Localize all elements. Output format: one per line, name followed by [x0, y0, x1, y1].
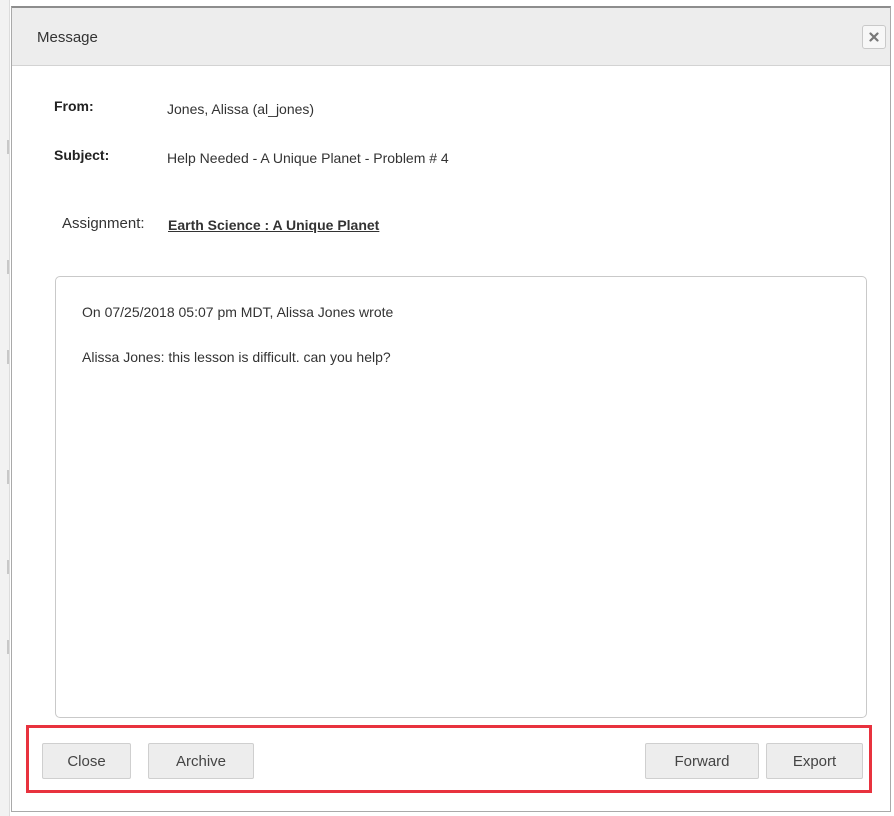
assignment-link[interactable]: Earth Science : A Unique Planet [168, 217, 379, 233]
close-x-icon [869, 32, 879, 42]
assignment-label: Assignment: [62, 215, 145, 232]
edge-mark [7, 470, 9, 484]
message-header-line: On 07/25/2018 05:07 pm MDT, Alissa Jones… [82, 304, 394, 320]
edge-mark [7, 140, 9, 154]
close-x-button[interactable] [862, 25, 886, 49]
edge-mark [7, 350, 9, 364]
export-button[interactable]: Export [766, 743, 863, 779]
dialog-title: Message [37, 29, 98, 46]
message-dialog: Message From: Jones, Alissa (al_jones) S… [11, 6, 891, 812]
edge-mark [7, 260, 9, 274]
from-label: From: [54, 98, 94, 114]
forward-button[interactable]: Forward [645, 743, 759, 779]
page: Message From: Jones, Alissa (al_jones) S… [0, 0, 894, 816]
close-button[interactable]: Close [42, 743, 131, 779]
dialog-titlebar: Message [12, 8, 890, 66]
background-page-edge [0, 0, 10, 816]
subject-value: Help Needed - A Unique Planet - Problem … [167, 150, 449, 166]
archive-button[interactable]: Archive [148, 743, 254, 779]
message-body: On 07/25/2018 05:07 pm MDT, Alissa Jones… [55, 276, 867, 718]
from-value: Jones, Alissa (al_jones) [167, 101, 315, 117]
edge-mark [7, 560, 9, 574]
edge-mark [7, 640, 9, 654]
subject-label: Subject: [54, 147, 110, 163]
message-text-line: Alissa Jones: this lesson is difficult. … [82, 349, 391, 365]
